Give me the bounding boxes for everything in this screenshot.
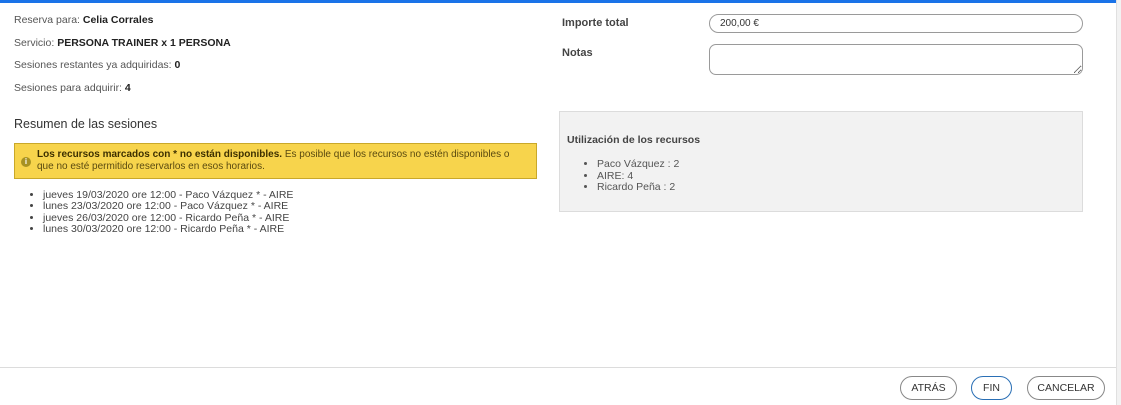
session-item: lunes 23/03/2020 ore 12:00 - Paco Vázque… (43, 200, 293, 212)
warning-bold: Los recursos marcados con * no están dis… (37, 149, 283, 160)
restantes-value: 0 (174, 59, 181, 71)
total-label: Importe total (562, 17, 629, 29)
footer-divider (0, 367, 1116, 368)
resource-item: Paco Vázquez : 2 (597, 158, 679, 171)
warning-alert: i Los recursos marcados con * no están d… (14, 143, 537, 179)
top-accent-bar (0, 0, 1116, 3)
booking-info: Reserva para: Celia Corrales Servicio: P… (14, 13, 539, 103)
summary-title: Resumen de las sesiones (14, 117, 158, 131)
notes-field[interactable] (709, 44, 1083, 75)
sessions-list: jueves 19/03/2020 ore 12:00 - Paco Vázqu… (28, 189, 293, 235)
adquirir-value: 4 (124, 81, 131, 94)
restantes-label: Sesiones restantes ya adquiridas: (14, 59, 172, 71)
cancel-button[interactable]: CANCELAR (1027, 376, 1105, 400)
adquirir-label: Sesiones para adquirir: (14, 81, 122, 94)
resources-title: Utilización de los recursos (567, 134, 701, 146)
resources-panel: Utilización de los recursos Paco Vázquez… (559, 111, 1083, 212)
reserva-value: Celia Corrales (82, 14, 154, 26)
total-input[interactable] (709, 14, 1083, 33)
resource-item: Ricardo Peña : 2 (597, 181, 679, 194)
reserva-line: Reserva para: Celia Corrales (14, 13, 539, 36)
restantes-line: Sesiones restantes ya adquiridas: 0 (14, 58, 539, 81)
servicio-line: Servicio: PERSONA TRAINER x 1 PERSONA (14, 36, 539, 59)
back-button[interactable]: ATRÁS (900, 376, 957, 400)
resources-list: Paco Vázquez : 2 AIRE: 4 Ricardo Peña : … (582, 158, 679, 194)
info-icon: i (21, 157, 31, 167)
adquirir-line: Sesiones para adquirir: 4 (14, 81, 539, 104)
servicio-label: Servicio: (14, 36, 55, 49)
scrollbar[interactable] (1116, 0, 1121, 405)
reserva-label: Reserva para: (14, 14, 80, 26)
finish-button[interactable]: FIN (971, 376, 1012, 400)
servicio-value: PERSONA TRAINER x 1 PERSONA (57, 36, 231, 49)
notes-label: Notas (562, 47, 593, 59)
session-item: lunes 30/03/2020 ore 12:00 - Ricardo Peñ… (43, 223, 293, 235)
